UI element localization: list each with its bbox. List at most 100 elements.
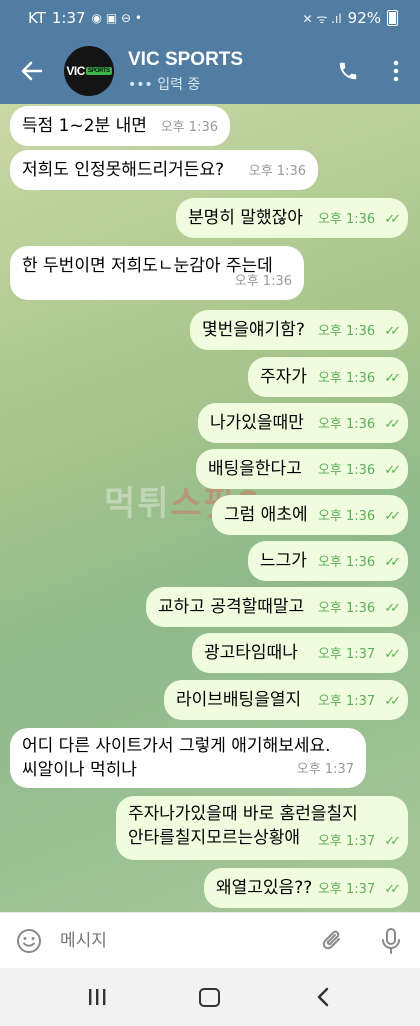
message-time: 오후 1:36 — [317, 555, 376, 570]
message-text: 어디 다른 사이트가서 그렇게 애기해보세요. 씨알이나 먹히나 — [22, 736, 331, 780]
more-options-button[interactable] — [372, 43, 420, 99]
recent-apps-icon — [88, 989, 106, 1005]
message-bubble-incoming[interactable]: 어디 다른 사이트가서 그렇게 애기해보세요. 씨알이나 먹히나 오후 1:37 — [10, 728, 366, 788]
message-text: 배팅을한다고 — [208, 459, 302, 479]
message-bubble-incoming[interactable]: 저희도 인정못해드리거든요? 오후 1:36 — [10, 150, 318, 190]
watermark-part-1: 먹튀 — [104, 484, 171, 524]
message-time: 오후 1:36 — [234, 274, 292, 289]
message-list[interactable]: 먹튀스팟9 득점 1~2분 내면 오후 1:36 저희도 인정못해드리거든요? … — [0, 104, 420, 912]
read-checks-icon: ✓✓ — [384, 463, 401, 478]
message-time: 오후 1:37 — [317, 694, 376, 709]
message-bubble-outgoing[interactable]: 그럼 애초에 오후 1:36 ✓✓ — [212, 495, 408, 535]
avatar-logo-badge: SPORTS — [85, 67, 112, 75]
paperclip-icon — [322, 930, 340, 950]
system-navigation-bar — [0, 968, 420, 1026]
message-text: 주자가 — [260, 367, 307, 387]
message-bubble-outgoing[interactable]: 왜열고있음?? 오후 1:37 ✓✓ — [204, 868, 408, 908]
message-meta: 오후 1:36 ✓✓ — [317, 367, 401, 391]
read-checks-icon: ✓✓ — [384, 834, 401, 849]
message-text: 교하고 공격할때말고 — [158, 597, 305, 617]
message-bubble-incoming[interactable]: 득점 1~2분 내면 오후 1:36 — [10, 106, 230, 146]
message-time: 오후 1:36 — [317, 509, 376, 524]
message-time: 오후 1:37 — [317, 882, 376, 897]
message-bubble-outgoing[interactable]: 몇번을얘기함? 오후 1:36 ✓✓ — [190, 310, 408, 350]
arrow-left-icon — [21, 61, 43, 81]
chat-header: VIC SPORTS VIC SPORTS ••• 입력 중 — [0, 38, 420, 104]
message-meta: 오후 1:37 ✓✓ — [317, 878, 401, 902]
read-checks-icon: ✓✓ — [384, 694, 401, 709]
read-checks-icon: ✓✓ — [384, 371, 401, 386]
read-checks-icon: ✓✓ — [384, 601, 401, 616]
avatar-logo-text: VIC — [66, 64, 85, 78]
message-meta: 오후 1:36 ✓✓ — [317, 208, 401, 232]
message-text: 득점 1~2분 내면 — [22, 116, 147, 136]
read-checks-icon: ✓✓ — [384, 555, 401, 570]
message-text: 느그가 — [260, 551, 307, 571]
message-bubble-outgoing[interactable]: 라이브배팅을열지 오후 1:37 ✓✓ — [164, 680, 408, 720]
message-meta: 오후 1:37 ✓✓ — [317, 830, 401, 854]
message-bubble-outgoing[interactable]: 느그가 오후 1:36 ✓✓ — [248, 541, 408, 581]
signal-icons: ✕ ᯤ .ıl — [302, 11, 342, 26]
chat-title: VIC SPORTS — [128, 48, 244, 70]
avatar[interactable]: VIC SPORTS — [64, 46, 114, 96]
message-meta: 오후 1:36 ✓✓ — [318, 597, 401, 621]
message-text: 저희도 인정못해드리거든요? — [22, 160, 225, 180]
message-time: 오후 1:36 — [317, 212, 376, 227]
call-button[interactable] — [324, 43, 372, 99]
message-bubble-outgoing[interactable]: 분명히 말했잖아 오후 1:36 ✓✓ — [176, 198, 408, 238]
attach-button[interactable] — [304, 928, 362, 954]
emoji-button[interactable] — [0, 928, 58, 954]
message-bubble-incoming[interactable]: 한 두번이면 저희도ㄴ눈감아 주는데 오후 1:36 — [10, 246, 304, 300]
message-input[interactable] — [58, 930, 304, 952]
message-text: 그럼 애초에 — [224, 505, 308, 525]
home-button[interactable] — [180, 977, 240, 1017]
chat-title-block[interactable]: VIC SPORTS ••• 입력 중 — [128, 49, 324, 94]
message-text: 나가있을때만 — [210, 413, 304, 433]
message-meta: 오후 1:36 ✓✓ — [317, 320, 401, 344]
read-checks-icon: ✓✓ — [384, 509, 401, 524]
message-time: 오후 1:37 — [317, 647, 376, 662]
message-meta: 오후 1:36 ✓✓ — [317, 459, 401, 483]
message-bubble-outgoing[interactable]: 주자나가있을때 바로 홈런을칠지 안타를칠지모르는상황애 오후 1:37 ✓✓ — [116, 796, 408, 860]
message-text: 몇번을얘기함? — [202, 320, 305, 340]
message-time: 오후 1:36 — [317, 463, 376, 478]
message-text: 광고타임때나 — [204, 643, 298, 663]
message-time: 오후 1:36 — [317, 324, 376, 339]
carrier-label: KT — [28, 9, 46, 27]
read-checks-icon: ✓✓ — [384, 417, 401, 432]
message-meta: 오후 1:36 ✓✓ — [318, 413, 401, 437]
back-chevron-icon — [318, 987, 329, 1007]
notification-icons: ◉ ▣ ⊖ • — [91, 11, 142, 25]
message-time: 오후 1:37 — [296, 762, 354, 777]
message-time: 오후 1:36 — [317, 371, 376, 386]
more-vertical-icon — [393, 60, 399, 82]
message-meta: 오후 1:37 ✓✓ — [317, 643, 401, 667]
message-text: 분명히 말했잖아 — [188, 208, 303, 228]
message-bubble-outgoing[interactable]: 주자가 오후 1:36 ✓✓ — [248, 357, 408, 397]
message-meta: 오후 1:36 ✓✓ — [317, 505, 401, 529]
composer — [0, 912, 420, 969]
status-bar: KT 1:37 ◉ ▣ ⊖ • ✕ ᯤ .ıl 92% — [0, 0, 420, 36]
message-text: 왜열고있음?? — [216, 878, 313, 898]
read-checks-icon: ✓✓ — [384, 324, 401, 339]
back-button[interactable] — [0, 38, 64, 104]
message-bubble-outgoing[interactable]: 나가있을때만 오후 1:36 ✓✓ — [198, 403, 408, 443]
message-text: 라이브배팅을열지 — [176, 690, 302, 710]
voice-record-button[interactable] — [362, 927, 420, 955]
message-bubble-outgoing[interactable]: 광고타임때나 오후 1:37 ✓✓ — [192, 633, 408, 673]
message-bubble-outgoing[interactable]: 교하고 공격할때말고 오후 1:36 ✓✓ — [146, 587, 408, 627]
message-meta: 오후 1:37 ✓✓ — [317, 690, 401, 714]
message-bubble-outgoing[interactable]: 배팅을한다고 오후 1:36 ✓✓ — [196, 449, 408, 489]
message-time: 오후 1:37 — [317, 834, 376, 849]
message-meta: 오후 1:36 ✓✓ — [317, 551, 401, 575]
app-header: KT 1:37 ◉ ▣ ⊖ • ✕ ᯤ .ıl 92% VIC SPORTS V… — [0, 0, 420, 108]
system-back-button[interactable] — [293, 977, 353, 1017]
battery-percent: 92% — [347, 9, 381, 27]
clock: 1:37 — [51, 9, 86, 27]
phone-icon — [339, 62, 357, 80]
message-time: 오후 1:36 — [248, 164, 306, 179]
home-icon — [199, 987, 221, 1007]
read-checks-icon: ✓✓ — [384, 882, 401, 897]
smile-icon — [17, 929, 41, 953]
recent-apps-button[interactable] — [67, 977, 127, 1017]
